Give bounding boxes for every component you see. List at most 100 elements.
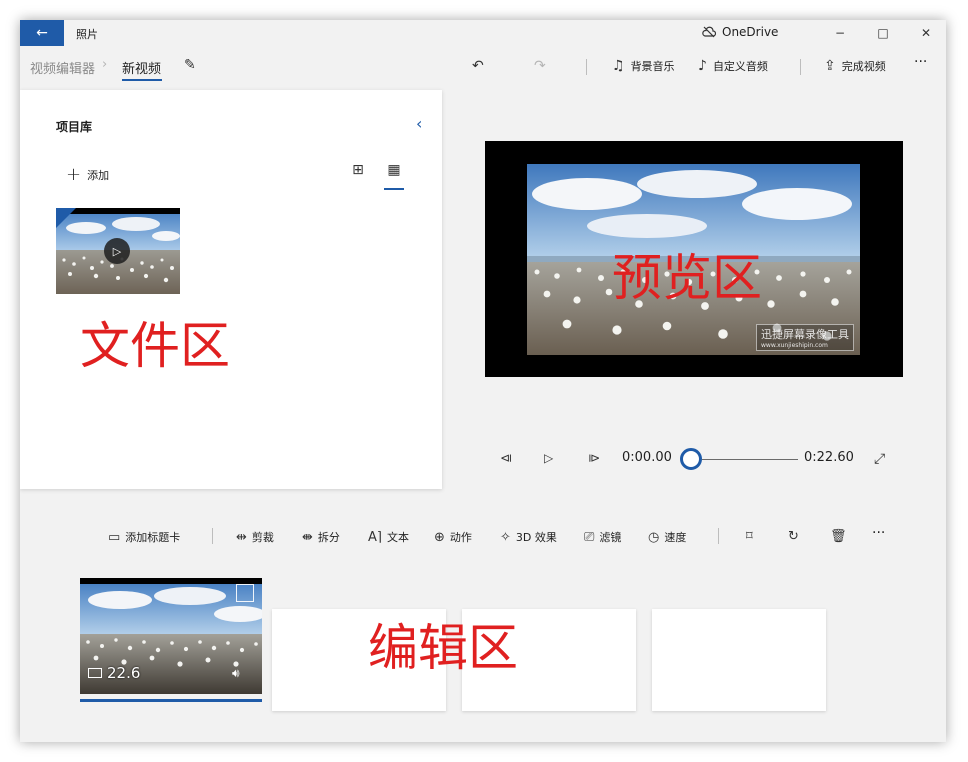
title-bar: ← 照片 OneDrive − □ ✕	[20, 20, 946, 46]
motion-icon: ⊕	[434, 529, 445, 545]
edit-toolbar-divider	[212, 528, 213, 544]
plus-icon: +	[66, 164, 82, 185]
rotate-icon: ↻	[788, 529, 799, 544]
split-icon: ⇼	[302, 529, 313, 545]
motion-button[interactable]: ⊕ 动作	[434, 529, 472, 545]
onedrive-status[interactable]: OneDrive	[702, 25, 778, 39]
current-time: 0:00.00	[622, 450, 672, 465]
preview-zone-annotation: 预览区	[612, 249, 762, 307]
photos-app-window: ← 照片 OneDrive − □ ✕ 视频编辑器 › 新视频 ✎ ↶ ↷ ♫ 背…	[20, 20, 946, 742]
editor-toolbar: 视频编辑器 › 新视频 ✎ ↶ ↷ ♫ 背景音乐 ♪ 自定义音频 ⇪ 完成视频 ···	[20, 46, 946, 88]
3d-effects-button[interactable]: ✧ 3D 效果	[500, 529, 557, 545]
edit-zone-annotation: 编辑区	[368, 619, 518, 677]
custom-audio-label: 自定义音频	[712, 60, 768, 73]
add-media-button[interactable]: + 添加	[66, 164, 109, 185]
small-grid-view-button[interactable]: ▦	[384, 162, 404, 182]
music-note-icon: ♫	[612, 58, 625, 74]
person-audio-icon: ♪	[698, 58, 707, 74]
project-library-panel: 项目库 ‹ + 添加 ⊞ ▦ ▷	[20, 90, 442, 489]
trash-icon: 🗑	[830, 529, 847, 544]
add-media-label: 添加	[87, 168, 110, 182]
grid-small-icon: ▦	[387, 162, 401, 178]
text-label: 文本	[386, 531, 409, 544]
clip-select-checkbox[interactable]	[236, 584, 254, 602]
maximize-button[interactable]: □	[863, 20, 903, 46]
text-button[interactable]: A⌉ 文本	[368, 529, 409, 545]
filters-button[interactable]: ⎚ 滤镜	[584, 529, 621, 545]
grid-large-icon: ⊞	[352, 162, 364, 178]
3d-effects-icon: ✧	[500, 529, 511, 545]
back-button[interactable]: ←	[20, 20, 64, 46]
text-icon: A⌉	[368, 529, 382, 545]
total-duration: 0:22.60	[804, 450, 854, 465]
speed-button[interactable]: ◷ 速度	[648, 529, 686, 545]
clip-duration: 22.6	[88, 664, 140, 682]
share-icon: ⇪	[824, 58, 836, 74]
storyboard-empty-slot[interactable]	[652, 609, 826, 711]
custom-audio-button[interactable]: ♪ 自定义音频	[698, 58, 768, 74]
finish-video-label: 完成视频	[841, 60, 886, 73]
3d-effects-label: 3D 效果	[515, 531, 557, 544]
breadcrumb-chevron-icon: ›	[102, 57, 108, 72]
back-arrow-icon: ←	[36, 25, 48, 41]
toolbar-divider	[586, 59, 587, 75]
breadcrumb-video-editor[interactable]: 视频编辑器	[30, 58, 95, 77]
clip-duration-value: 22.6	[107, 664, 141, 682]
finish-video-button[interactable]: ⇪ 完成视频	[824, 58, 886, 74]
active-view-indicator	[384, 188, 404, 190]
resize-button[interactable]: ⌑	[746, 529, 753, 544]
speed-label: 速度	[664, 531, 687, 544]
large-grid-view-button[interactable]: ⊞	[348, 162, 368, 182]
close-button[interactable]: ✕	[906, 20, 946, 46]
title-card-icon: ▭	[108, 529, 121, 545]
rotate-button[interactable]: ↻	[788, 529, 799, 544]
filters-label: 滤镜	[599, 531, 622, 544]
redo-button[interactable]: ↷	[534, 58, 546, 74]
clip-frame-icon	[88, 668, 102, 678]
more-options-button[interactable]: ···	[914, 54, 927, 70]
app-title: 照片	[76, 28, 98, 41]
add-title-card-label: 添加标题卡	[125, 531, 181, 544]
motion-label: 动作	[449, 531, 472, 544]
play-icon: ▷	[104, 238, 130, 264]
recorder-watermark: 迅捷屏幕录像工具 www.xunjieshipin.com	[756, 324, 854, 351]
watermark-text: 迅捷屏幕录像工具	[761, 328, 849, 341]
files-zone-annotation: 文件区	[80, 317, 230, 375]
background-music-button[interactable]: ♫ 背景音乐	[612, 58, 675, 74]
rename-pencil-icon[interactable]: ✎	[184, 57, 196, 73]
previous-frame-icon[interactable]: ⧏	[500, 451, 512, 465]
speed-gauge-icon: ◷	[648, 529, 660, 545]
edit-more-options-button[interactable]: ···	[872, 525, 885, 541]
next-frame-icon[interactable]: ⧐	[588, 451, 600, 465]
seek-thumb[interactable]	[680, 448, 702, 470]
trim-button[interactable]: ⇹ 剪裁	[236, 529, 274, 545]
breadcrumb-underline	[122, 79, 162, 81]
filter-brush-icon: ⎚	[584, 529, 595, 545]
clip-selected-indicator	[80, 699, 262, 702]
split-button[interactable]: ⇼ 拆分	[302, 529, 340, 545]
project-library-title: 项目库	[56, 120, 93, 134]
background-music-label: 背景音乐	[630, 60, 675, 73]
trim-icon: ⇹	[236, 529, 247, 545]
watermark-url: www.xunjieshipin.com	[761, 342, 828, 349]
library-video-thumbnail[interactable]: ▷	[56, 208, 180, 294]
trim-label: 剪裁	[251, 531, 274, 544]
edit-toolbar-divider	[718, 528, 719, 544]
resize-frame-icon: ⌑	[746, 529, 753, 544]
minimize-button[interactable]: −	[820, 20, 860, 46]
redo-icon: ↷	[534, 58, 546, 74]
delete-button[interactable]: 🗑	[830, 529, 847, 544]
cloud-off-icon	[702, 26, 716, 38]
collapse-chevron-icon[interactable]: ‹	[416, 114, 422, 133]
fullscreen-expand-icon[interactable]: ⤢	[874, 451, 885, 467]
breadcrumb-current-project: 新视频	[122, 62, 162, 77]
play-button-icon[interactable]: ▷	[544, 451, 553, 465]
undo-icon: ↶	[472, 58, 484, 74]
add-title-card-button[interactable]: ▭ 添加标题卡	[108, 529, 180, 545]
undo-button[interactable]: ↶	[472, 58, 484, 74]
toolbar-divider	[800, 59, 801, 75]
clip-volume-icon[interactable]: 🔊︎	[232, 666, 240, 681]
selected-corner-flag	[56, 208, 76, 228]
seek-track[interactable]	[702, 459, 798, 460]
split-label: 拆分	[317, 531, 340, 544]
